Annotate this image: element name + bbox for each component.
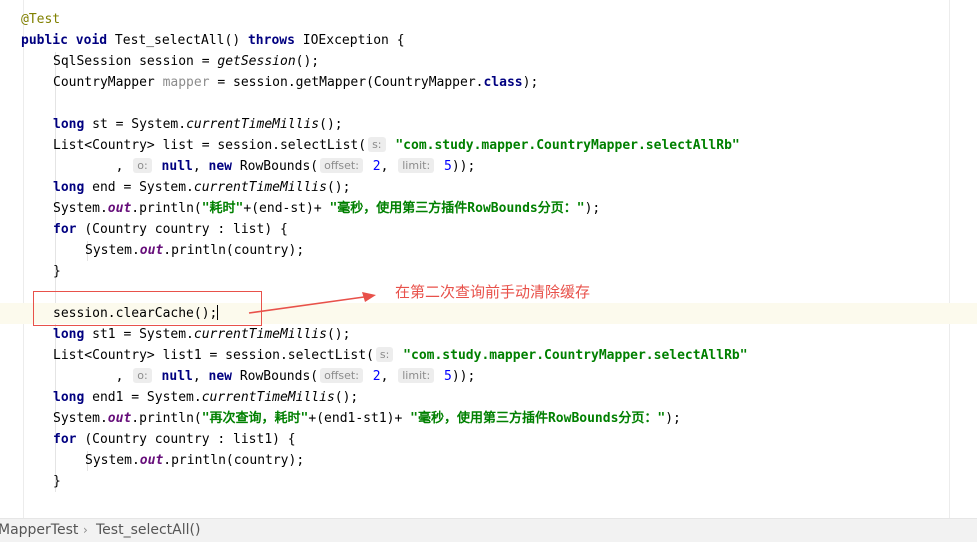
- annotation-text: 在第二次查询前手动清除缓存: [395, 283, 591, 301]
- breadcrumb-item-method[interactable]: Test_selectAll(): [96, 519, 200, 542]
- breadcrumb-item-class[interactable]: MapperTest: [0, 519, 78, 542]
- chevron-right-icon: ›: [83, 523, 88, 537]
- breadcrumb: MapperTest › Test_selectAll(): [0, 518, 977, 542]
- code-editor[interactable]: @Test public void Test_selectAll() throw…: [0, 0, 977, 518]
- annotation-arrow-icon: [248, 292, 376, 314]
